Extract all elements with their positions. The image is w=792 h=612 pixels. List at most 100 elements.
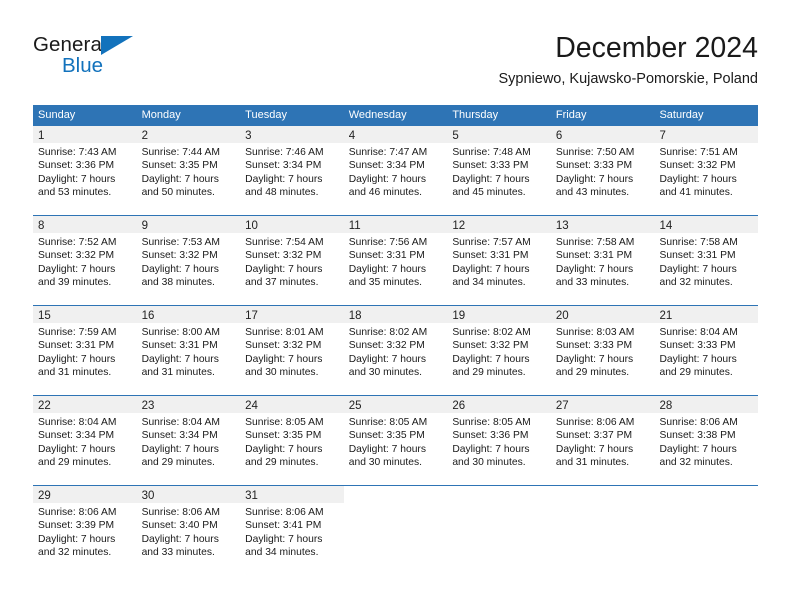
daylight-line-2: and 31 minutes.	[38, 367, 112, 379]
calendar-week-row: 15 Sunrise: 7:59 AM Sunset: 3:31 PM Dayligh…	[33, 305, 759, 395]
sunrise-time: Sunrise: 7:51 AM	[659, 147, 738, 158]
calendar-day-cell[interactable]: 30 Sunrise: 8:06 AM Sunset: 3:40 PM Dayligh…	[136, 486, 241, 575]
daylight-line-1: Daylight: 7 hours	[38, 173, 116, 185]
sunrise-time: Sunrise: 7:50 AM	[555, 147, 635, 158]
calendar-day-cell[interactable]: 11 Sunrise: 7:56 AM Sunset: 3:31 PM Dayligh…	[343, 216, 448, 305]
calendar-day-cell[interactable]: 17 Sunrise: 8:01 AM Sunset: 3:32 PM Dayligh…	[240, 306, 344, 395]
calendar-day-cell[interactable]: 13 Sunrise: 7:58 AM Sunset: 3:31 PM Dayligh…	[550, 216, 655, 305]
calendar-day-cell[interactable]: 31 Sunrise: 8:06 AM Sunset: 3:41 PM Dayligh…	[240, 486, 344, 575]
calendar-grid: Sunday Monday Tuesday Wednesday Thursday Frid…	[33, 105, 759, 575]
day-number-bar: 16	[136, 306, 241, 323]
sunset-time: Sunset: 3:36 PM	[452, 430, 529, 442]
calendar-day-cell[interactable]: 26 Sunrise: 8:05 AM Sunset: 3:36 PM Dayligh…	[447, 396, 551, 485]
calendar-day-cell[interactable]: 4 Sunrise: 7:47 AM Sunset: 3:34 PM Daylight…	[343, 126, 448, 215]
calendar-day-cell[interactable]: 29 Sunrise: 8:06 AM Sunset: 3:39 PM Dayligh…	[33, 486, 137, 575]
day-number-bar: 24	[240, 396, 344, 413]
calendar-day-cell[interactable]: 16 Sunrise: 8:00 AM Sunset: 3:31 PM Dayligh…	[136, 306, 241, 395]
calendar-day-cell[interactable]: 24 Sunrise: 8:05 AM Sunset: 3:35 PM Dayligh…	[240, 396, 344, 485]
day-number-bar: 9	[136, 216, 241, 233]
calendar-day-cell[interactable]: 1 Sunrise: 7:43 AM Sunset: 3:36 PM Daylight…	[33, 126, 137, 215]
daylight-line-1: Daylight: 7 hours	[141, 353, 219, 365]
sunset-time: Sunset: 3:33 PM	[659, 340, 736, 352]
sunrise-time: Sunrise: 7:59 AM	[38, 327, 117, 338]
weekday-header-tuesday: Tuesday	[245, 109, 287, 121]
calendar-day-cell[interactable]: 28 Sunrise: 8:06 AM Sunset: 3:38 PM Dayligh…	[654, 396, 759, 485]
day-details: Sunrise: 7:52 AM Sunset: 3:32 PM Daylight:…	[33, 233, 137, 290]
sunset-time: Sunset: 3:33 PM	[452, 160, 529, 172]
day-number-bar: 26	[447, 396, 551, 413]
calendar-day-cell[interactable]: 15 Sunrise: 7:59 AM Sunset: 3:31 PM Dayligh…	[33, 306, 137, 395]
daylight-line-2: and 29 minutes.	[555, 367, 630, 379]
day-number-bar: 6	[550, 126, 655, 143]
day-number: 16	[141, 310, 155, 322]
day-details: Sunrise: 8:06 AM Sunset: 3:38 PM Daylight:…	[654, 413, 758, 470]
calendar-day-cell[interactable]: 10 Sunrise: 7:54 AM Sunset: 3:32 PM Dayligh…	[240, 216, 344, 305]
brand-logo[interactable]: General Blue	[33, 34, 233, 90]
day-number: 14	[659, 220, 673, 232]
calendar-day-cell[interactable]: 20 Sunrise: 8:03 AM Sunset: 3:33 PM Dayligh…	[550, 306, 655, 395]
day-number: 5	[452, 130, 459, 142]
page-header: General Blue December 2024 Sypniewo, Kuj…	[33, 30, 758, 98]
page-subtitle: Sypniewo, Kujawsko-Pomorskie, Poland	[498, 71, 758, 87]
calendar-day-cell[interactable]: 27 Sunrise: 8:06 AM Sunset: 3:37 PM Dayligh…	[550, 396, 655, 485]
daylight-line-2: and 30 minutes.	[348, 457, 423, 469]
calendar-day-cell[interactable]: 19 Sunrise: 8:02 AM Sunset: 3:32 PM Dayligh…	[447, 306, 551, 395]
calendar-day-cell[interactable]: 14 Sunrise: 7:58 AM Sunset: 3:31 PM Dayligh…	[654, 216, 759, 305]
calendar-day-cell[interactable]: 9 Sunrise: 7:53 AM Sunset: 3:32 PM Daylight…	[136, 216, 241, 305]
daylight-line-1: Daylight: 7 hours	[348, 353, 427, 365]
day-details: Sunrise: 7:59 AM Sunset: 3:31 PM Daylight:…	[33, 323, 137, 380]
calendar-day-cell[interactable]: 7 Sunrise: 7:51 AM Sunset: 3:32 PM Daylight…	[654, 126, 759, 215]
sunrise-time: Sunrise: 7:48 AM	[452, 147, 531, 158]
day-number-bar: 22	[33, 396, 137, 413]
brand-word-general: General	[33, 33, 107, 56]
daylight-line-1: Daylight: 7 hours	[452, 263, 530, 275]
daylight-line-1: Daylight: 7 hours	[659, 263, 737, 275]
daylight-line-2: and 32 minutes.	[38, 547, 112, 559]
sunset-time: Sunset: 3:31 PM	[659, 250, 736, 262]
day-number-bar	[344, 486, 448, 503]
sunset-time: Sunset: 3:33 PM	[555, 340, 633, 352]
day-details: Sunrise: 7:43 AM Sunset: 3:36 PM Daylight:…	[33, 143, 137, 200]
sunrise-time: Sunrise: 8:03 AM	[555, 327, 635, 338]
daylight-line-2: and 38 minutes.	[141, 277, 215, 289]
calendar-day-cell[interactable]: 12 Sunrise: 7:57 AM Sunset: 3:31 PM Dayligh…	[447, 216, 551, 305]
calendar-day-cell[interactable]: 23 Sunrise: 8:04 AM Sunset: 3:34 PM Dayligh…	[136, 396, 241, 485]
day-number: 1	[38, 130, 45, 142]
daylight-line-2: and 33 minutes.	[555, 277, 630, 289]
daylight-line-2: and 48 minutes.	[245, 187, 319, 199]
daylight-line-1: Daylight: 7 hours	[555, 353, 634, 365]
daylight-line-2: and 43 minutes.	[555, 187, 630, 199]
sunset-time: Sunset: 3:36 PM	[38, 160, 115, 172]
sunset-time: Sunset: 3:32 PM	[245, 250, 322, 262]
daylight-line-1: Daylight: 7 hours	[245, 443, 323, 455]
day-details: Sunrise: 8:05 AM Sunset: 3:35 PM Daylight:…	[240, 413, 344, 470]
day-number-bar: 29	[33, 486, 137, 503]
daylight-line-1: Daylight: 7 hours	[141, 443, 219, 455]
calendar-day-cell[interactable]: 8 Sunrise: 7:52 AM Sunset: 3:32 PM Daylight…	[33, 216, 137, 305]
calendar-day-cell-empty	[654, 486, 759, 575]
weekday-header-sunday: Sunday	[38, 109, 76, 121]
calendar-day-cell[interactable]: 6 Sunrise: 7:50 AM Sunset: 3:33 PM Daylight…	[550, 126, 655, 215]
sunrise-time: Sunrise: 8:04 AM	[141, 417, 220, 428]
daylight-line-1: Daylight: 7 hours	[659, 173, 737, 185]
calendar-day-cell[interactable]: 21 Sunrise: 8:04 AM Sunset: 3:33 PM Dayligh…	[654, 306, 759, 395]
daylight-line-1: Daylight: 7 hours	[141, 533, 219, 545]
calendar-day-cell[interactable]: 22 Sunrise: 8:04 AM Sunset: 3:34 PM Dayligh…	[33, 396, 137, 485]
sunrise-time: Sunrise: 8:05 AM	[348, 417, 428, 428]
sunset-time: Sunset: 3:40 PM	[141, 520, 218, 532]
sunset-time: Sunset: 3:34 PM	[348, 160, 425, 172]
day-number: 21	[659, 310, 673, 322]
calendar-day-cell[interactable]: 3 Sunrise: 7:46 AM Sunset: 3:34 PM Daylight…	[240, 126, 344, 215]
calendar-day-cell[interactable]: 5 Sunrise: 7:48 AM Sunset: 3:33 PM Daylight…	[447, 126, 551, 215]
day-details: Sunrise: 7:56 AM Sunset: 3:31 PM Daylight:…	[344, 233, 448, 290]
calendar-day-cell-empty	[343, 486, 448, 575]
day-number-bar: 23	[136, 396, 241, 413]
day-number: 31	[245, 490, 258, 502]
day-number: 30	[141, 490, 155, 502]
calendar-day-cell[interactable]: 25 Sunrise: 8:05 AM Sunset: 3:35 PM Dayligh…	[343, 396, 448, 485]
day-details: Sunrise: 8:03 AM Sunset: 3:33 PM Daylight:…	[551, 323, 655, 380]
calendar-day-cell[interactable]: 18 Sunrise: 8:02 AM Sunset: 3:32 PM Dayligh…	[343, 306, 448, 395]
sunrise-time: Sunrise: 8:01 AM	[245, 327, 324, 338]
daylight-line-2: and 41 minutes.	[659, 187, 733, 199]
calendar-day-cell[interactable]: 2 Sunrise: 7:44 AM Sunset: 3:35 PM Daylight…	[136, 126, 241, 215]
